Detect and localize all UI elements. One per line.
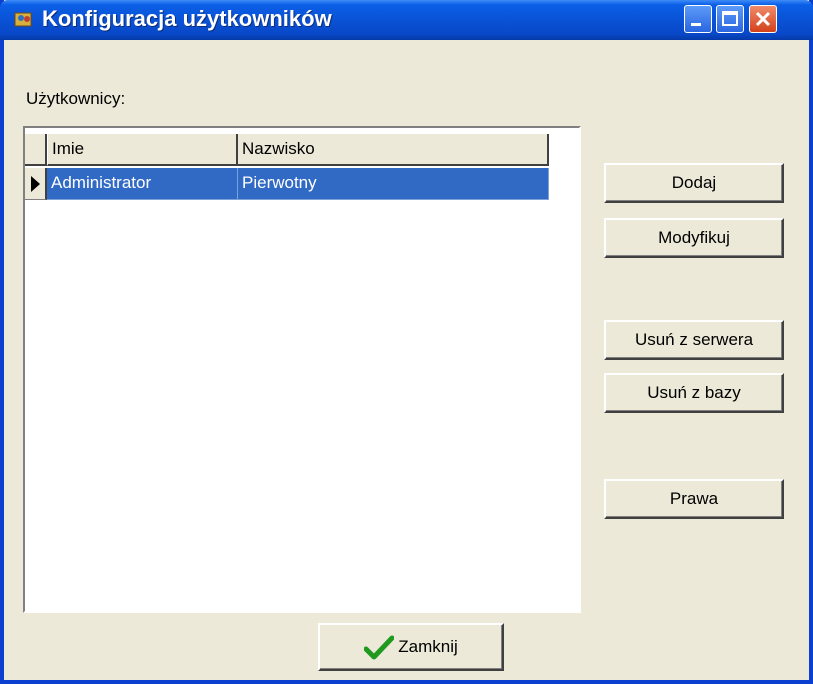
users-grid[interactable]: Imie Nazwisko Administrator Pierwotny [23, 126, 581, 613]
remove-from-db-button[interactable]: Usuń z bazy [604, 373, 784, 413]
close-button-label: Zamknij [398, 637, 458, 656]
maximize-button[interactable] [716, 5, 744, 33]
table-cell-imie[interactable]: Administrator [47, 168, 238, 200]
users-label: Użytkownicy: [26, 89, 126, 108]
minimize-button[interactable] [684, 5, 712, 33]
checkmark-icon [364, 635, 395, 660]
minimize-icon [691, 23, 701, 26]
current-row-arrow-icon [31, 176, 40, 192]
remove-from-server-button[interactable]: Usuń z serwera [604, 320, 784, 360]
window-title: Konfiguracja użytkowników [42, 6, 332, 31]
close-window-button[interactable] [749, 5, 777, 33]
close-button[interactable]: Zamknij [318, 623, 504, 671]
users-app-icon [14, 12, 32, 27]
row-indicator[interactable] [25, 168, 47, 200]
table-cell-nazwisko[interactable]: Pierwotny [238, 168, 549, 200]
rights-button[interactable]: Prawa [604, 479, 784, 519]
column-header-imie[interactable]: Imie [47, 134, 238, 166]
user-config-window: Konfiguracja użytkowników Użytkownicy: I… [0, 0, 813, 684]
column-header-nazwisko[interactable]: Nazwisko [238, 134, 549, 166]
title-bar[interactable]: Konfiguracja użytkowników [0, 0, 813, 40]
close-icon [755, 11, 771, 27]
row-indicator-header [25, 134, 47, 166]
modify-button[interactable]: Modyfikuj [604, 218, 784, 258]
maximize-icon [722, 11, 738, 26]
add-button[interactable]: Dodaj [604, 163, 784, 203]
